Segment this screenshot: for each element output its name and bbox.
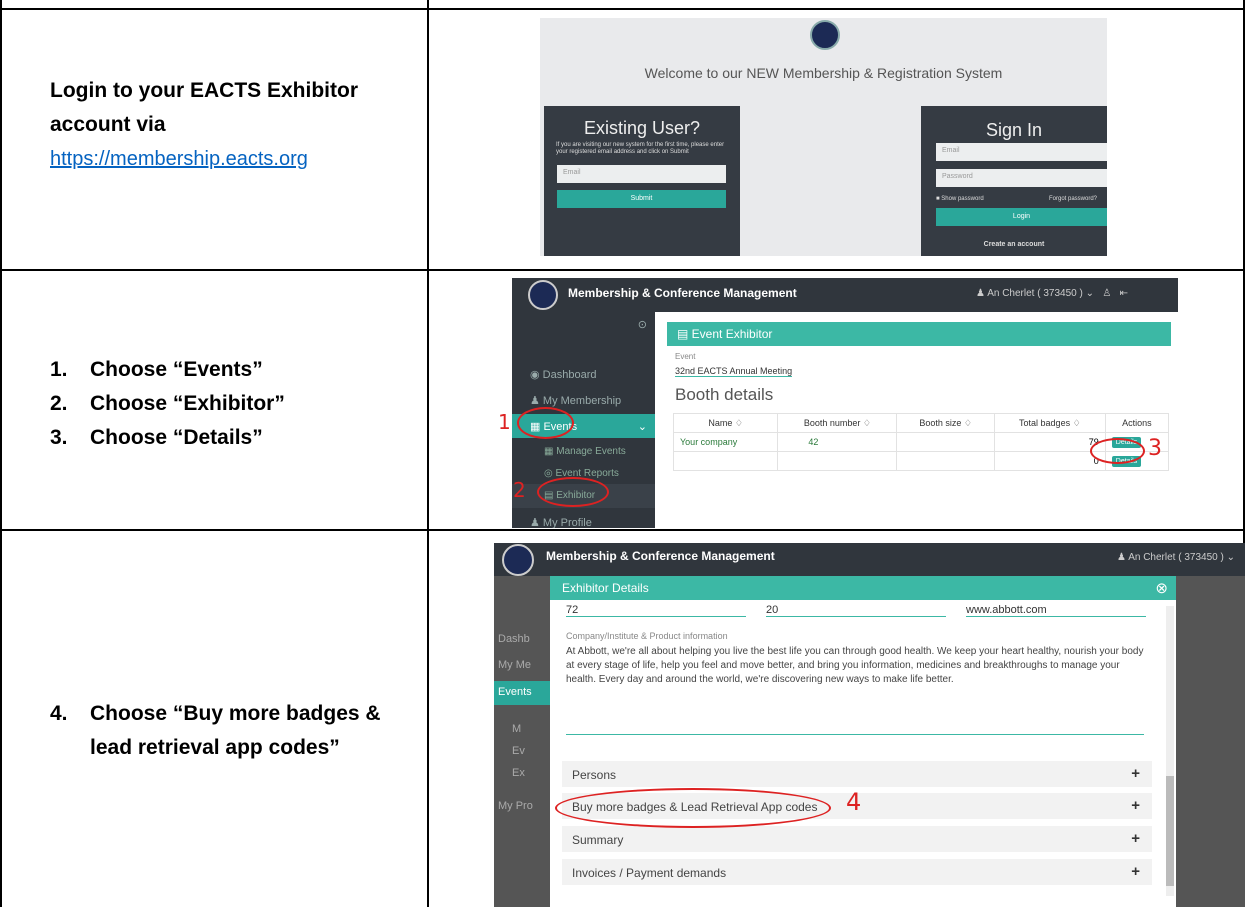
step-item: 2. Choose “Exhibitor” — [50, 392, 285, 415]
app-brand: Membership & Conference Management — [546, 549, 775, 563]
sidebar-item-exhibitor[interactable]: Ex — [512, 767, 525, 779]
table-border-left — [0, 0, 2, 907]
row2-steps: 1. Choose “Events” 2. Choose “Exhibitor” 3… — [50, 353, 285, 455]
row1-instruction: Login to your EACTS Exhibitor account vi… — [50, 74, 410, 176]
info-label: Company/Institute & Product information — [566, 631, 728, 641]
annotation-circle-details — [1090, 438, 1145, 464]
sidebar-item-profile[interactable]: My Pro — [498, 800, 533, 812]
step-item: 3. Choose “Details” — [50, 426, 263, 449]
booth-details-title: Booth details — [675, 385, 774, 404]
annotation-number: 2 — [513, 478, 526, 502]
event-select[interactable]: 32nd EACTS Annual Meeting — [675, 366, 793, 377]
plus-icon: + — [1131, 797, 1140, 814]
event-label: Event — [675, 352, 696, 361]
chevron-down-icon: ⌄ — [637, 421, 647, 433]
user-menu[interactable]: ♟ An Cherlet ( 373450 ) ⌄ — [1117, 552, 1235, 563]
section-invoices[interactable]: Invoices / Payment demands + — [562, 859, 1152, 885]
login-button[interactable]: Login — [936, 208, 1107, 226]
sidebar-item-manage-events[interactable]: ▦ Manage Events — [512, 440, 655, 464]
forgot-password-link[interactable]: Forgot password? — [1049, 196, 1097, 203]
sidebar-item-dashboard[interactable]: Dashb — [498, 633, 530, 645]
app-logo-icon — [502, 544, 534, 576]
create-account-link[interactable]: Create an account — [921, 241, 1107, 248]
close-icon[interactable]: ⊗ — [1155, 579, 1168, 597]
info-text[interactable]: At Abbott, we're all about helping you l… — [566, 645, 1144, 687]
user-menu[interactable]: ♟ An Cherlet ( 373450 ) ⌄ ♙ ⇤ — [976, 288, 1128, 299]
plus-icon: + — [1131, 830, 1140, 847]
booth-table: Name ♢ Booth number ♢ Booth size ♢ Total… — [672, 413, 1170, 471]
annotation-circle-events — [517, 407, 574, 439]
plus-icon: + — [1131, 765, 1140, 782]
sidebar-item-profile[interactable]: ♟ My Profile — [512, 510, 655, 528]
section-persons[interactable]: Persons + — [562, 761, 1152, 787]
column-booth-size[interactable]: Booth size ♢ — [896, 413, 995, 433]
section-summary[interactable]: Summary + — [562, 826, 1152, 852]
column-actions: Actions — [1104, 413, 1170, 433]
login-instruction: Login to your EACTS Exhibitor account vi… — [50, 79, 358, 136]
show-password-checkbox[interactable]: ■ Show password — [936, 196, 984, 203]
modal-header: Exhibitor Details ⊗ — [550, 576, 1176, 600]
table-border-middle — [427, 0, 429, 907]
event-exhibitor-screenshot: Membership & Conference Management ♟ An … — [512, 278, 1178, 528]
annotation-number: 3 — [1148, 436, 1162, 461]
column-total-badges[interactable]: Total badges ♢ — [993, 413, 1106, 433]
signin-email-input[interactable]: Email — [936, 143, 1107, 161]
existing-email-input[interactable]: Email — [557, 165, 726, 183]
existing-user-panel: Existing User? If you are visiting our n… — [544, 106, 740, 256]
sign-in-panel: Sign In Email Password ■ Show password F… — [921, 106, 1107, 256]
sidebar-item-membership[interactable]: My Me — [498, 659, 531, 671]
existing-user-title: Existing User? — [583, 118, 701, 138]
instruction-table: Login to your EACTS Exhibitor account vi… — [0, 0, 1248, 907]
exhibitor-details-screenshot: Membership & Conference Management ♟ An … — [494, 543, 1245, 907]
annotation-number: 4 — [846, 788, 862, 816]
eacts-logo-icon — [810, 20, 840, 50]
step-item: 1. Choose “Events” — [50, 358, 263, 381]
existing-user-info: If you are visiting our new system for t… — [556, 142, 725, 155]
login-screenshot: Welcome to our NEW Membership & Registra… — [540, 18, 1107, 256]
exhibitor-details-modal: Exhibitor Details ⊗ 72 20 www.abbott.com… — [550, 576, 1176, 907]
app-header: Membership & Conference Management ♟ An … — [494, 543, 1245, 576]
welcome-text: Welcome to our NEW Membership & Registra… — [644, 65, 1003, 81]
column-booth-number[interactable]: Booth number ♢ — [777, 413, 898, 433]
row3-steps: 4. Choose “Buy more badges & lead retriev… — [50, 697, 410, 765]
plus-icon: + — [1131, 863, 1140, 880]
annotation-number: 1 — [498, 410, 511, 434]
table-divider-2 — [0, 529, 1245, 531]
scrollbar[interactable] — [1166, 606, 1174, 896]
app-brand: Membership & Conference Management — [568, 286, 797, 300]
sidebar-item-reports[interactable]: Ev — [512, 745, 525, 757]
collapse-icon[interactable]: ⊙ — [512, 312, 655, 336]
table-divider-1 — [0, 269, 1245, 271]
table-header-row: Name ♢ Booth number ♢ Booth size ♢ Total… — [672, 413, 1170, 433]
annotation-circle-exhibitor — [537, 477, 609, 507]
step-item: 4. Choose “Buy more badges & lead retriev… — [50, 702, 381, 759]
submit-button[interactable]: Submit — [557, 190, 726, 208]
sidebar-item-dashboard[interactable]: ◉ Dashboard — [512, 362, 655, 386]
sign-in-title: Sign In — [985, 120, 1043, 140]
exhibitor-header: ▤ Event Exhibitor — [667, 322, 1171, 346]
signin-password-input[interactable]: Password — [936, 169, 1107, 187]
app-logo-icon — [528, 280, 558, 310]
membership-link[interactable]: https://membership.eacts.org — [50, 148, 308, 170]
app-header: Membership & Conference Management ♟ An … — [512, 278, 1178, 312]
annotation-circle-buy-badges — [555, 788, 831, 828]
table-border-top — [0, 8, 1245, 10]
sidebar-item-manage[interactable]: M — [512, 723, 521, 735]
column-name[interactable]: Name ♢ — [672, 413, 779, 433]
sidebar-item-events[interactable]: Events — [494, 681, 550, 705]
